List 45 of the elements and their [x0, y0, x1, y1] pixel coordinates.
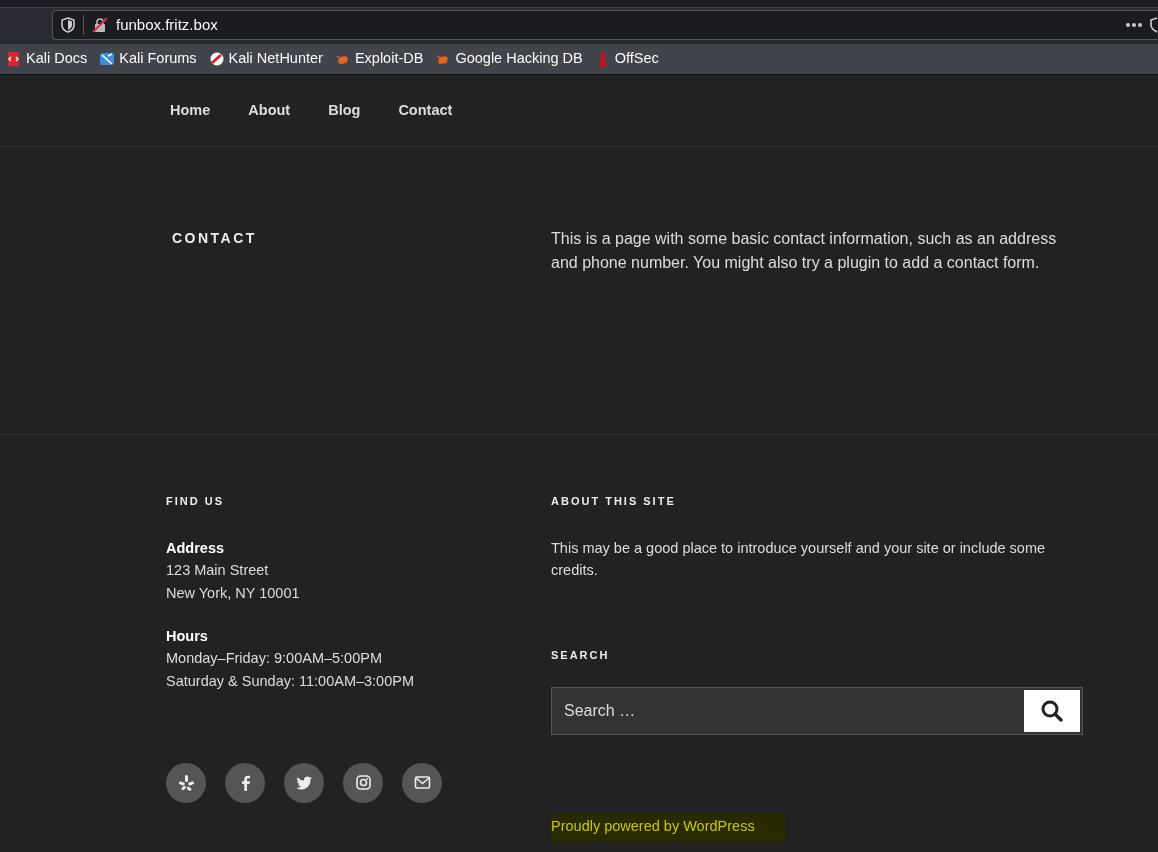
social-link[interactable] [284, 762, 324, 803]
info-title: Hours [166, 626, 209, 646]
info-line: 123 Main Street [166, 560, 270, 580]
bookmark-link[interactable]: Google Hacking DB [435, 48, 583, 70]
social-link[interactable] [225, 762, 265, 803]
social-link[interactable] [343, 762, 383, 803]
page-title: CONTACT [172, 229, 258, 248]
bookmark-link[interactable]: Kali Docs [6, 48, 88, 70]
info-line: New York, NY 10001 [166, 583, 301, 603]
social-link[interactable] [402, 762, 442, 803]
page-text: This is a page with some basic contact information, such as an address and phone number. You might also try a plugin to add a contact form. [551, 229, 1058, 273]
search-field[interactable]: Search … [554, 690, 1024, 732]
envelope-icon [413, 774, 431, 791]
nav-link[interactable]: About [248, 99, 291, 122]
nav-link[interactable]: Contact [398, 99, 453, 122]
more-icon[interactable] [1126, 23, 1142, 27]
bookmark-link[interactable]: Kali Forums [99, 48, 197, 70]
info-line: Monday–Friday: 9:00AM–5:00PM [166, 648, 383, 668]
nav-link[interactable]: Blog [328, 99, 361, 122]
nav-link[interactable]: Home [170, 99, 211, 122]
search-icon [1041, 700, 1063, 722]
search-button[interactable] [1024, 690, 1080, 732]
credit-link[interactable]: Proudly powered by WordPress [551, 814, 785, 842]
search-form[interactable]: Search … [551, 687, 1083, 735]
about-text: This may be a good place to introduce yourself and your site or include some credits. [551, 538, 1047, 580]
burst-icon [177, 774, 195, 791]
widget-heading: SEARCH [551, 647, 611, 663]
crossed-lock-icon [92, 17, 108, 33]
shield-icon[interactable] [1150, 17, 1158, 33]
widget-heading: ABOUT THIS SITE [551, 494, 677, 509]
info-title: Address [166, 538, 226, 558]
social-link[interactable] [166, 762, 206, 803]
shield-icon [61, 17, 75, 33]
bookmark-link[interactable]: Exploit-DB [334, 48, 424, 70]
widget-heading: FIND US [166, 494, 225, 509]
camera-icon [354, 774, 372, 791]
bookmark-icon [99, 51, 116, 67]
url-text: funbox.fritz.box [116, 14, 218, 35]
bookmark-link[interactable]: OffSec [594, 48, 659, 70]
bookmark-icon [6, 51, 22, 67]
bird-icon [295, 774, 313, 791]
info-line: Saturday & Sunday: 11:00AM–3:00PM [166, 671, 415, 691]
bookmark-icon [208, 51, 225, 67]
address-bar[interactable]: funbox.fritz.box [52, 10, 1158, 40]
bookmark-link[interactable]: Kali NetHunter [208, 48, 323, 70]
